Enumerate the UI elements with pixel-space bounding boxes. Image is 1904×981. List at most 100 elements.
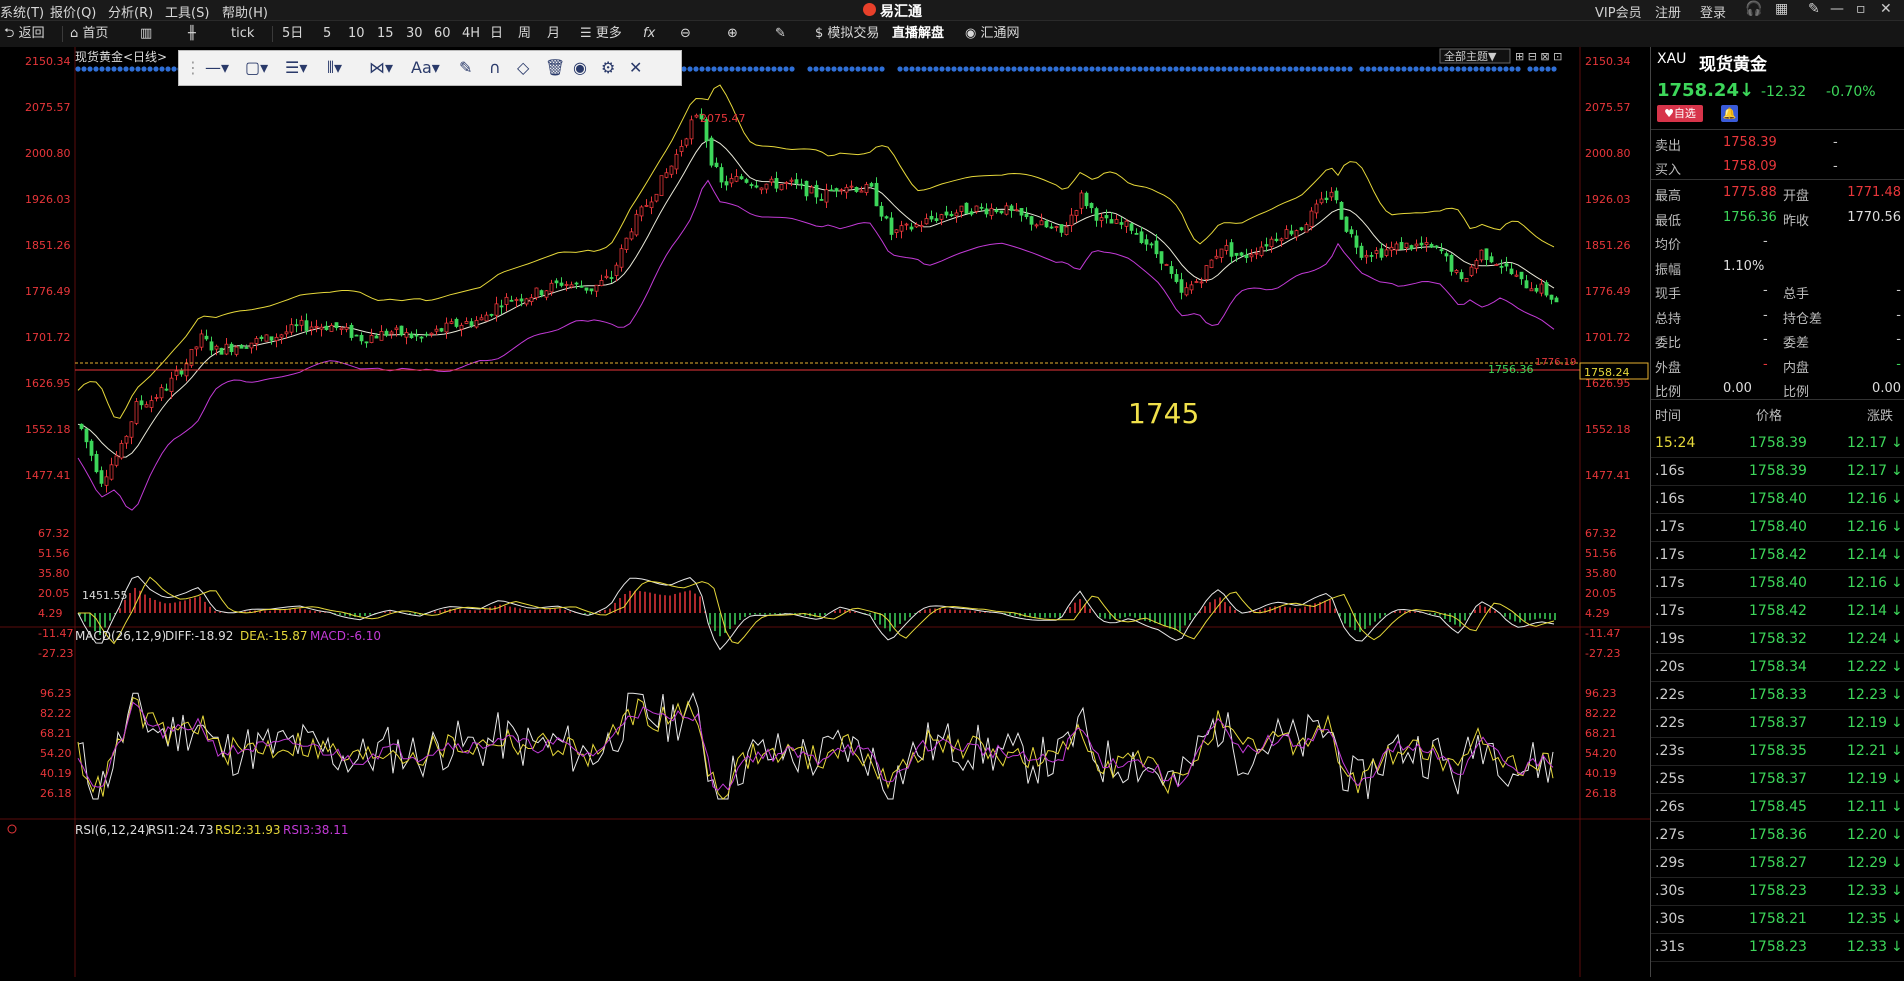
tick-time: .22s (1655, 715, 1685, 731)
drag-handle-icon[interactable]: ⋮ (185, 58, 201, 77)
event-dot (153, 66, 159, 72)
more-button[interactable]: ☰ 更多 (580, 24, 622, 44)
maximize-icon[interactable]: ▫ (1856, 1, 1866, 17)
chart-area[interactable]: 2150.34 2150.34 2075.57 2075.57 2000.80 2000.… (0, 47, 1650, 977)
annotation-1745: 1745 (1128, 397, 1199, 430)
line-tool-icon[interactable]: —▾ (205, 58, 229, 77)
tick-row[interactable]: .16s 1758.40 12.16 ↓ (1651, 485, 1904, 514)
macd-title: MACD(26,12,9) (75, 629, 166, 643)
tick-row[interactable]: .22s 1758.33 12.23 ↓ (1651, 681, 1904, 710)
rsi-tick-left: 40.19 (40, 767, 72, 780)
tick-row[interactable]: .17s 1758.40 12.16 ↓ (1651, 513, 1904, 542)
zoom-out-icon[interactable]: ⊖ (680, 24, 691, 44)
draw-tool-icon[interactable]: ✎ (775, 24, 786, 44)
kline-chart[interactable]: 2150.34 2150.34 2075.57 2075.57 2000.80 2000.… (0, 47, 1650, 977)
candle-body (799, 183, 804, 186)
period-week[interactable]: 周 (518, 24, 531, 44)
tick-time: .29s (1655, 855, 1685, 871)
period-10[interactable]: 10 (348, 24, 365, 44)
minimize-icon[interactable]: — (1830, 1, 1844, 17)
tick-row[interactable]: 15:24 1758.39 12.17 ↓ (1651, 429, 1904, 458)
event-dot (1149, 66, 1155, 72)
candle-body (964, 202, 969, 214)
close-drawing-icon[interactable]: ✕ (629, 58, 642, 77)
period-15[interactable]: 15 (377, 24, 394, 44)
pin-icon[interactable]: ✎ (1808, 1, 1820, 17)
period-day[interactable]: 日 (490, 24, 503, 44)
menu-system[interactable]: 系统(T) (0, 2, 44, 21)
period-30[interactable]: 30 (406, 24, 423, 44)
period-month[interactable]: 月 (547, 24, 560, 44)
drawing-toolbar[interactable]: ⋮ —▾ ▢▾ ☰▾ ⦀▾ ⋈▾ Aa▾ ✎ ∩ ◇ 🗑 ◉ ⚙ ✕ (178, 50, 682, 86)
tick-row[interactable]: .16s 1758.39 12.17 ↓ (1651, 457, 1904, 486)
tick-price: 1758.27 (1749, 855, 1807, 871)
tick-row[interactable]: .31s 1758.23 12.33 ↓ (1651, 933, 1904, 962)
tick-row[interactable]: .26s 1758.45 12.11 ↓ (1651, 793, 1904, 822)
tick-button[interactable]: tick (231, 24, 254, 44)
tick-row[interactable]: .22s 1758.37 12.19 ↓ (1651, 709, 1904, 738)
price-tick-left: 2075.57 (25, 101, 71, 114)
candle-body (849, 185, 854, 188)
event-dot (807, 66, 813, 72)
trash-icon[interactable]: 🗑 (545, 58, 565, 77)
tick-row[interactable]: .19s 1758.32 12.24 ↓ (1651, 625, 1904, 654)
menu-analysis[interactable]: 分析(R) (108, 2, 153, 21)
tick-row[interactable]: .25s 1758.37 12.19 ↓ (1651, 765, 1904, 794)
tick-row[interactable]: .20s 1758.34 12.22 ↓ (1651, 653, 1904, 682)
candle-icon[interactable]: ╫ (188, 24, 196, 44)
tick-row[interactable]: .29s 1758.27 12.29 ↓ (1651, 849, 1904, 878)
candle-body (384, 330, 389, 336)
tick-row[interactable]: .17s 1758.42 12.14 ↓ (1651, 597, 1904, 626)
tick-row[interactable]: .17s 1758.40 12.16 ↓ (1651, 569, 1904, 598)
alert-bell-icon[interactable]: 🔔 (1721, 105, 1738, 122)
candle-body (599, 280, 604, 287)
price-tick-left: 2000.80 (25, 147, 71, 160)
tick-row[interactable]: .30s 1758.23 12.33 ↓ (1651, 877, 1904, 906)
period-60[interactable]: 60 (434, 24, 451, 44)
pencil-icon[interactable]: ✎ (459, 58, 472, 77)
fx-button[interactable]: fx (643, 24, 655, 44)
bar-chart-icon[interactable]: ▥ (140, 24, 152, 44)
shape-tool-icon[interactable]: ▢▾ (245, 58, 268, 77)
magnet-icon[interactable]: ∩ (489, 58, 501, 77)
period-5[interactable]: 5 (323, 24, 331, 44)
candle-body (1474, 260, 1479, 270)
login-link[interactable]: 登录 (1700, 2, 1726, 21)
live-button[interactable]: 直播解盘 (892, 24, 944, 44)
fib-tool-icon[interactable]: ☰▾ (285, 58, 307, 77)
tick-row[interactable]: .27s 1758.36 12.20 ↓ (1651, 821, 1904, 850)
tick-row[interactable]: .23s 1758.35 12.21 ↓ (1651, 737, 1904, 766)
menu-tools[interactable]: 工具(S) (165, 2, 209, 21)
candle-body (784, 182, 789, 184)
gear-icon[interactable]: ⚙ (601, 58, 615, 77)
sim-trade-button[interactable]: $ 模拟交易 (815, 24, 879, 44)
candle-body (1319, 198, 1324, 204)
zoom-in-icon[interactable]: ⊕ (727, 24, 738, 44)
candle-body (584, 287, 589, 291)
favorite-button[interactable]: ♥自选 (1657, 105, 1703, 122)
event-dot (1473, 66, 1479, 72)
vip-link[interactable]: VIP会员 (1595, 2, 1642, 21)
home-button[interactable]: ⌂ 首页 (70, 24, 108, 44)
headset-icon[interactable]: 🎧 (1745, 1, 1762, 17)
candle-body (534, 287, 539, 298)
huitong-button[interactable]: ◉ 汇通网 (965, 24, 1020, 44)
period-4h[interactable]: 4H (462, 24, 480, 44)
pattern-tool-icon[interactable]: ⋈▾ (369, 58, 393, 77)
eraser-icon[interactable]: ◇ (517, 58, 529, 77)
text-tool-icon[interactable]: Aa▾ (411, 58, 440, 77)
tick-row[interactable]: .30s 1758.21 12.35 ↓ (1651, 905, 1904, 934)
shirt-icon[interactable]: ▦ (1775, 1, 1788, 17)
event-dot (783, 66, 789, 72)
menu-quote[interactable]: 报价(Q) (50, 2, 96, 21)
eye-icon[interactable]: ◉ (573, 58, 587, 77)
menu-help[interactable]: 帮助(H) (222, 2, 268, 21)
tick-row[interactable]: .17s 1758.42 12.14 ↓ (1651, 541, 1904, 570)
period-5d[interactable]: 5日 (282, 24, 303, 44)
divider (62, 26, 63, 42)
register-link[interactable]: 注册 (1655, 2, 1681, 21)
back-button[interactable]: ⮌ 返回 (4, 24, 45, 44)
close-icon[interactable]: ✕ (1880, 1, 1892, 17)
list-icon: ☰ (580, 26, 592, 41)
gann-tool-icon[interactable]: ⦀▾ (327, 58, 342, 78)
